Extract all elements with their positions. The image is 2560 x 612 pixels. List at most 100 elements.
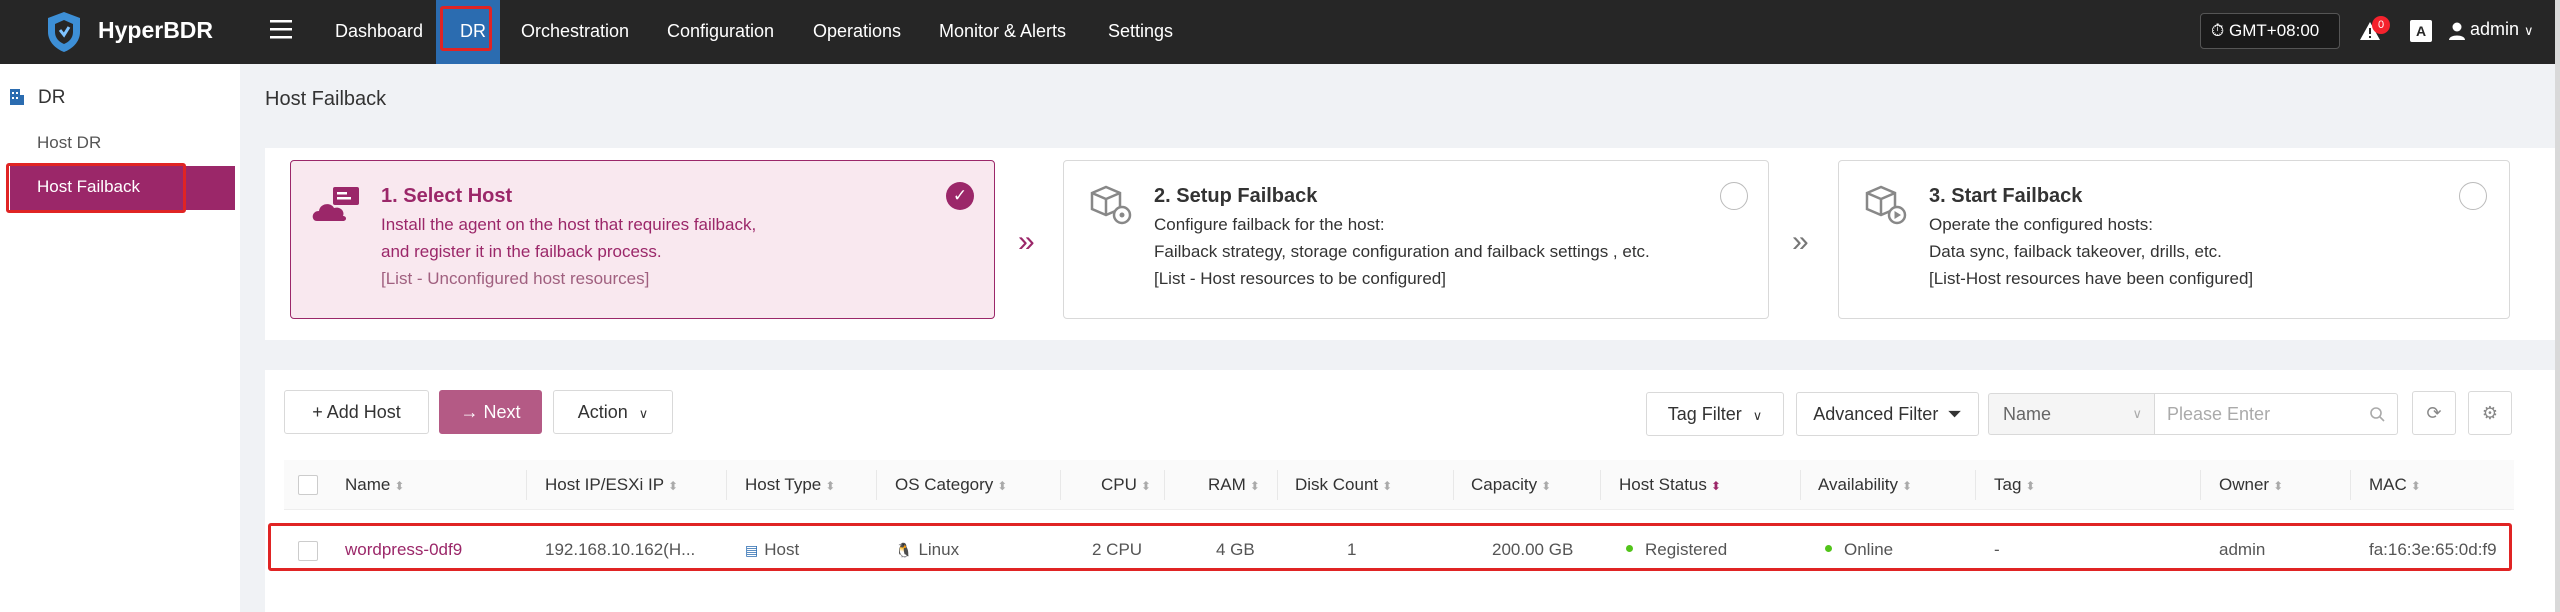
- header-label: Host IP/ESXi IP: [545, 475, 665, 494]
- header-label: Availability: [1818, 475, 1899, 494]
- step-select-host[interactable]: 1. Select Host Install the agent on the …: [290, 160, 995, 319]
- host-ip: 192.168.10.162(H...: [545, 540, 696, 559]
- column-header-os-category[interactable]: OS Category ⬍: [895, 475, 1007, 495]
- nav-monitor-alerts[interactable]: Monitor & Alerts: [939, 0, 1066, 64]
- box-gear-icon: [1090, 185, 1132, 225]
- sidebar-item-host-failback[interactable]: Host Failback: [37, 177, 140, 197]
- menu-toggle-icon[interactable]: [268, 16, 294, 42]
- user-menu[interactable]: admin ∨: [2470, 19, 2534, 40]
- header-label: OS Category: [895, 475, 994, 494]
- settings-gear-icon[interactable]: ⚙: [2468, 391, 2512, 435]
- step-2-line-3: [List - Host resources to be configured]: [1154, 269, 1446, 288]
- header-label: RAM: [1208, 475, 1246, 494]
- column-header-capacity[interactable]: Capacity ⬍: [1471, 475, 1551, 495]
- header-label: Host Type: [745, 475, 822, 494]
- tag-filter-dropdown[interactable]: Tag Filter ∨: [1646, 392, 1784, 436]
- step-2-title: 2. Setup Failback: [1154, 185, 1318, 207]
- sort-icon: ⬍: [1902, 479, 1913, 493]
- select-all-checkbox[interactable]: [298, 475, 318, 495]
- column-header-cpu[interactable]: CPU ⬍: [1101, 475, 1151, 495]
- column-divider: [2200, 470, 2201, 500]
- header-label: CPU: [1101, 475, 1137, 494]
- sidebar-section-dr[interactable]: DR: [38, 87, 65, 109]
- step-2-radio: [1720, 182, 1748, 210]
- nav-dr-highlight: [440, 6, 492, 51]
- sort-icon: ⬍: [2410, 479, 2421, 493]
- column-header-ip[interactable]: Host IP/ESXi IP ⬍: [545, 475, 678, 495]
- column-header-ram[interactable]: RAM ⬍: [1208, 475, 1260, 495]
- sidebar-item-host-dr[interactable]: Host DR: [37, 133, 101, 153]
- check-icon: ✓: [946, 182, 974, 210]
- sort-icon: ⬍: [668, 479, 679, 493]
- ram-value: 4 GB: [1216, 540, 1255, 559]
- column-header-name[interactable]: Name ⬍: [345, 475, 404, 495]
- host-status-cell: Registered: [1626, 540, 1727, 560]
- action-dropdown[interactable]: Action ∨: [553, 390, 673, 434]
- status-dot-icon: [1825, 545, 1832, 553]
- step-2-line-2: Failback strategy, storage configuration…: [1154, 242, 1650, 261]
- nav-orchestration[interactable]: Orchestration: [521, 0, 629, 64]
- column-header-disk-count[interactable]: Disk Count ⬍: [1295, 475, 1392, 495]
- search-input[interactable]: Please Enter: [2154, 393, 2398, 435]
- header-label: Capacity: [1471, 475, 1538, 494]
- os-category-cell: 🐧 Linux: [895, 540, 959, 560]
- cpu-value: 2 CPU: [1092, 540, 1143, 559]
- next-button[interactable]: → Next: [439, 390, 542, 434]
- os-value: Linux: [918, 540, 960, 559]
- step-3-line-1: Operate the configured hosts:: [1929, 215, 2153, 234]
- step-1-line-3: [List - Unconfigured host resources]: [381, 269, 650, 288]
- step-3-line-3: [List-Host resources have been configure…: [1929, 269, 2254, 288]
- search-field-select[interactable]: Name ∨: [1988, 393, 2154, 435]
- sidebar: [0, 64, 240, 612]
- advanced-filter-button[interactable]: Advanced Filter ⏷: [1796, 392, 1979, 436]
- column-divider: [1060, 470, 1061, 500]
- user-icon: [2449, 22, 2465, 40]
- alert-count-badge: 0: [2372, 16, 2390, 34]
- sort-icon: ⬍: [1541, 479, 1552, 493]
- host-name-link[interactable]: wordpress-0df9: [345, 540, 462, 560]
- step-3-line-2: Data sync, failback takeover, drills, et…: [1929, 242, 2222, 261]
- chevron-down-icon: ∨: [1752, 408, 1763, 423]
- host-type-icon: ▤: [745, 542, 759, 558]
- column-divider: [1164, 470, 1165, 500]
- scrollbar[interactable]: [2555, 0, 2560, 612]
- column-header-host-type[interactable]: Host Type ⬍: [745, 475, 835, 495]
- nav-dashboard[interactable]: Dashboard: [335, 0, 423, 64]
- refresh-icon[interactable]: ⟳: [2412, 391, 2456, 435]
- sort-icon: ⬍: [2025, 479, 2036, 493]
- step-start-failback[interactable]: 3. Start Failback Operate the configured…: [1838, 160, 2510, 319]
- box-play-icon: [1865, 185, 1907, 225]
- column-header-tag[interactable]: Tag ⬍: [1994, 475, 2035, 495]
- column-header-owner[interactable]: Owner ⬍: [2219, 475, 2283, 495]
- search-field-value: Name: [2003, 404, 2052, 424]
- add-host-button[interactable]: + Add Host: [284, 390, 429, 434]
- host-status-value: Registered: [1645, 540, 1728, 559]
- sort-icon: ⬍: [1249, 479, 1260, 493]
- chevron-down-icon: ∨: [638, 406, 649, 421]
- tag-filter-label: Tag Filter: [1667, 404, 1742, 424]
- host-type-value: Host: [764, 540, 800, 559]
- hyperbdr-logo-icon: [48, 12, 80, 52]
- column-divider: [876, 470, 877, 500]
- column-header-availability[interactable]: Availability ⬍: [1818, 475, 1912, 495]
- clock-icon: ⏱: [2211, 21, 2225, 40]
- row-checkbox[interactable]: [298, 541, 318, 561]
- disk-count-value: 1: [1347, 540, 1357, 559]
- building-icon: [10, 89, 24, 105]
- sort-icon: ⬍: [997, 479, 1008, 493]
- host-type-cell: ▤ Host: [745, 540, 799, 560]
- language-icon[interactable]: A: [2410, 20, 2432, 42]
- nav-configuration[interactable]: Configuration: [667, 0, 774, 64]
- nav-settings[interactable]: Settings: [1108, 0, 1173, 64]
- filter-icon: ⏷: [1947, 404, 1962, 424]
- timezone-button[interactable]: ⏱ GMT+08:00: [2200, 13, 2340, 49]
- tag-value: -: [1994, 540, 2000, 559]
- column-header-host-status[interactable]: Host Status ⬍: [1619, 475, 1721, 495]
- step-1-line-2: and register it in the failback process.: [381, 242, 662, 261]
- column-header-mac[interactable]: MAC ⬍: [2369, 475, 2421, 495]
- column-divider: [1975, 470, 1976, 500]
- nav-operations[interactable]: Operations: [813, 0, 901, 64]
- mac-value: fa:16:3e:65:0d:f9: [2369, 540, 2497, 559]
- step-setup-failback[interactable]: 2. Setup Failback Configure failback for…: [1063, 160, 1769, 319]
- sort-icon: ⬍: [394, 479, 405, 493]
